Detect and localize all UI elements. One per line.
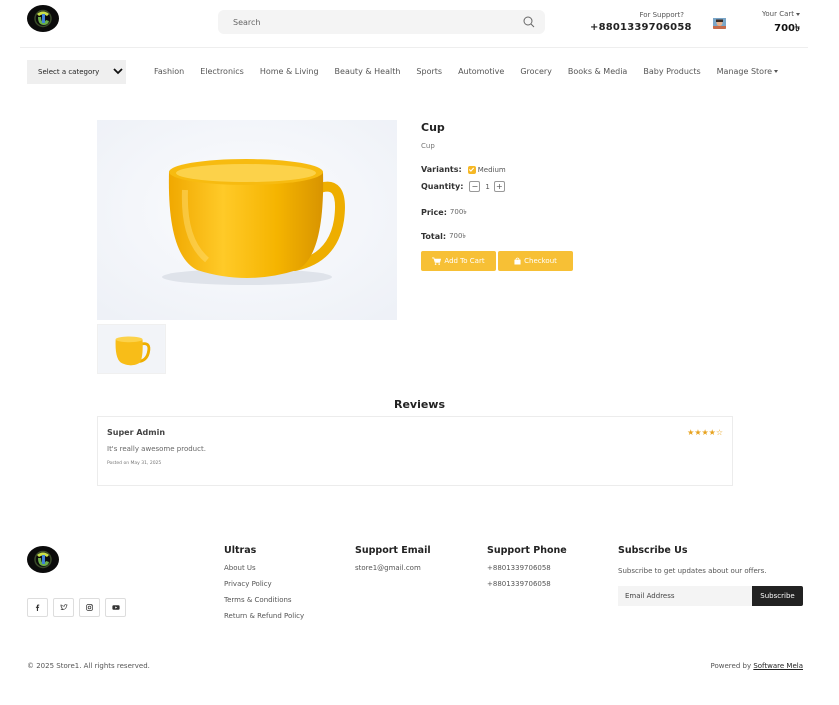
quantity-label: Quantity: (421, 182, 464, 191)
powered-by: Powered by Software Mela (711, 662, 803, 670)
footer-link-privacy[interactable]: Privacy Policy (224, 580, 304, 588)
quantity-minus-button[interactable]: − (469, 181, 481, 192)
add-to-cart-label: Add To Cart (444, 257, 485, 265)
reviews-heading: Reviews (393, 398, 446, 411)
checkout-label: Checkout (524, 257, 557, 265)
caret-down-icon (774, 70, 779, 73)
instagram-icon[interactable] (79, 598, 100, 617)
product-thumbnail[interactable] (97, 324, 166, 374)
subscribe-description: Subscribe to get updates about our offer… (618, 567, 767, 575)
quantity-row: Quantity: − 1 + (421, 181, 505, 192)
footer-col-phone: Support Phone +8801339706058 +8801339706… (487, 545, 567, 588)
footer-col-title: Subscribe Us (618, 545, 688, 556)
total-value: 700৳ (449, 232, 466, 240)
caret-down-icon (796, 12, 800, 16)
nav-item-home-living[interactable]: Home & Living (260, 67, 319, 76)
category-nav: Fashion Electronics Home & Living Beauty… (154, 67, 794, 76)
total-label: Total: (421, 231, 447, 241)
nav-item-beauty-health[interactable]: Beauty & Health (335, 67, 401, 76)
search-input[interactable] (218, 10, 513, 34)
quantity-plus-button[interactable]: + (493, 181, 505, 192)
footer-logo[interactable] (27, 546, 59, 573)
cart-summary[interactable]: Your Cart 700৳ (750, 10, 800, 38)
subscribe-button[interactable]: Subscribe (752, 586, 803, 606)
category-select-label: Select a category (38, 68, 100, 76)
footer-col-title: Support Phone (487, 545, 567, 556)
cart-total: 700৳ (774, 23, 800, 34)
footer-link-terms[interactable]: Terms & Conditions (224, 596, 304, 604)
youtube-icon[interactable] (105, 598, 126, 617)
product-subtitle: Cup (421, 142, 435, 150)
footer-col-subscribe: Subscribe Us Subscribe to get updates ab… (618, 545, 767, 575)
cart-icon (432, 257, 442, 265)
review-date: Posted on May 31, 2025 (107, 461, 162, 466)
category-select[interactable]: Select a category (27, 60, 126, 84)
total-row: Total: 700৳ (421, 230, 466, 242)
nav-item-automotive[interactable]: Automotive (458, 67, 504, 76)
footer-col-ultras: Ultras About Us Privacy Policy Terms & C… (224, 545, 304, 620)
nav-item-baby-products[interactable]: Baby Products (643, 67, 700, 76)
support-contact: For Support? +8801339706058 (590, 11, 691, 33)
price-row: Price: 700৳ (421, 206, 467, 218)
subscribe-form: Subscribe (618, 586, 803, 606)
search-box (218, 10, 545, 34)
shopping-bag-icon (514, 257, 521, 265)
facebook-icon[interactable] (27, 598, 48, 617)
cart-label[interactable]: Your Cart (750, 10, 800, 18)
add-to-cart-button[interactable]: Add To Cart (421, 251, 496, 271)
powered-by-link[interactable]: Software Mela (753, 662, 803, 670)
variants-row: Variants: Medium (421, 165, 506, 174)
review-card: Super Admin ★★★★☆ It's really awesome pr… (97, 416, 733, 486)
site-header: For Support? +8801339706058 Your Cart 70… (20, 0, 808, 48)
footer-col-title: Ultras (224, 545, 257, 556)
nav-item-books-media[interactable]: Books & Media (568, 67, 627, 76)
email-field[interactable] (618, 586, 752, 606)
review-text: It's really awesome product. (107, 445, 206, 453)
variant-medium[interactable]: Medium (478, 166, 506, 174)
chevron-down-icon (113, 68, 123, 75)
search-icon[interactable] (523, 16, 535, 28)
nav-item-electronics[interactable]: Electronics (200, 67, 244, 76)
support-phone[interactable]: +8801339706058 (590, 22, 691, 33)
avatar[interactable] (713, 16, 726, 29)
nav-item-sports[interactable]: Sports (416, 67, 442, 76)
footer-col-title: Support Email (355, 545, 431, 556)
quantity-value[interactable]: 1 (485, 183, 489, 191)
nav-item-grocery[interactable]: Grocery (520, 67, 552, 76)
footer-phone-link[interactable]: +8801339706058 (487, 564, 567, 572)
product-title: Cup (421, 121, 445, 134)
footer-link-about[interactable]: About Us (224, 564, 304, 572)
checkout-button[interactable]: Checkout (498, 251, 573, 271)
nav-item-fashion[interactable]: Fashion (154, 67, 184, 76)
footer-col-email: Support Email store1@gmail.com (355, 545, 431, 572)
footer-email-link[interactable]: store1@gmail.com (355, 564, 431, 572)
twitter-icon[interactable] (53, 598, 74, 617)
footer-link-refund[interactable]: Return & Refund Policy (224, 612, 304, 620)
copyright-text: © 2025 Store1. All rights reserved. (27, 662, 150, 670)
footer-phone-link[interactable]: +8801339706058 (487, 580, 567, 588)
nav-item-manage-store[interactable]: Manage Store (717, 67, 779, 76)
powered-by-label: Powered by (710, 662, 752, 670)
store-logo[interactable] (27, 5, 59, 32)
variants-label: Variants: (421, 165, 462, 174)
reviewer-name: Super Admin (107, 428, 166, 437)
product-main-image (97, 120, 397, 320)
checkbox-checked-icon[interactable] (467, 165, 476, 174)
support-label: For Support? (639, 11, 684, 19)
star-rating: ★★★★☆ (687, 428, 723, 437)
price-value: 700৳ (449, 208, 467, 216)
price-label: Price: (421, 207, 447, 217)
